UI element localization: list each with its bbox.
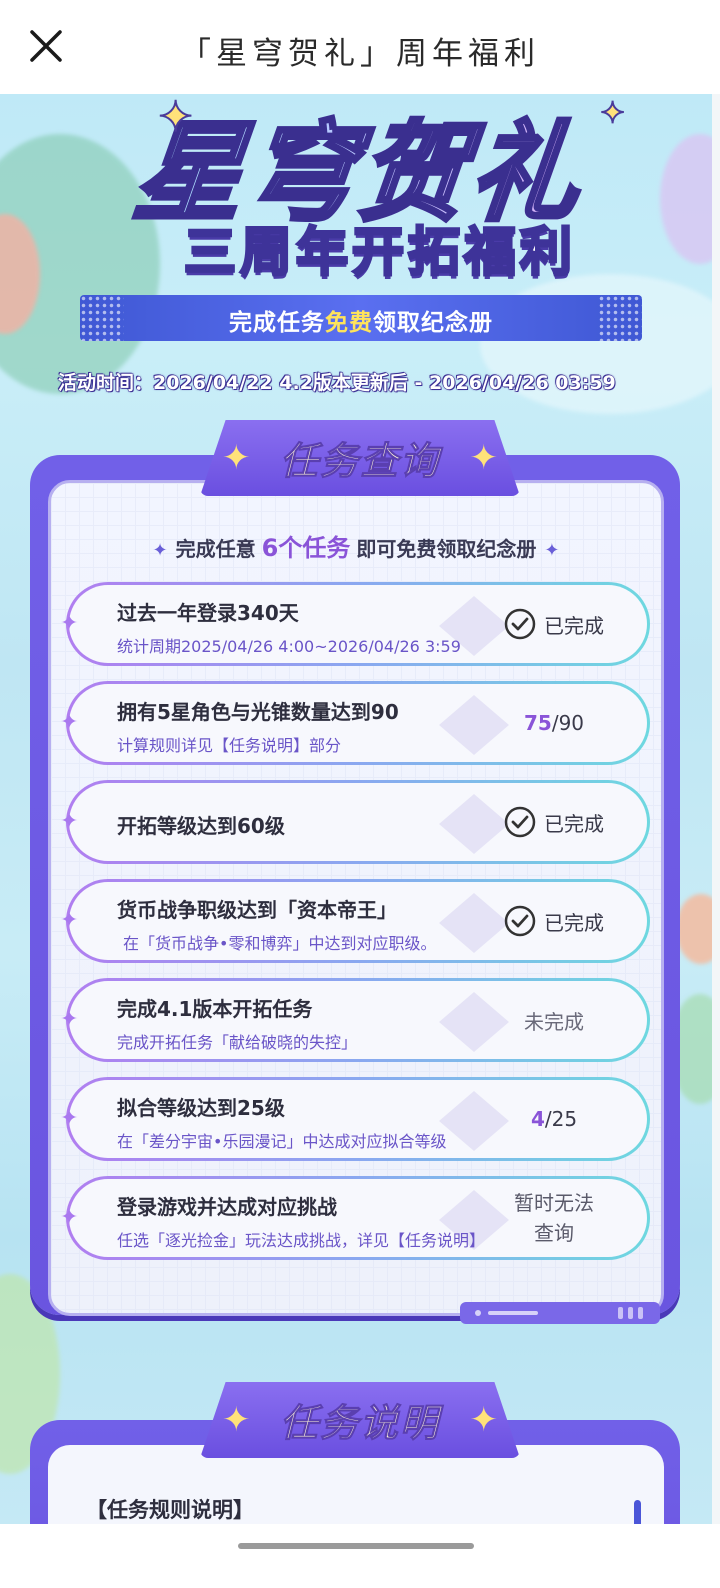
task-status: 已完成 xyxy=(479,783,629,861)
sparkle-icon: ✦ xyxy=(157,91,194,142)
activity-time: 活动时间：2026/04/22 4.2版本更新后 - 2026/04/26 03… xyxy=(58,372,617,395)
task-status: 未完成 xyxy=(479,981,629,1059)
task-row: 开拓等级达到60级 已完成 xyxy=(60,780,650,864)
decor-balloon-orange xyxy=(676,894,712,964)
task-title: 登录游戏并达成对应挑战 xyxy=(117,1195,337,1219)
status-label: 已完成 xyxy=(544,613,604,638)
task-row: 拟合等级达到25级 在「差分宇宙•乐园漫记」中达成对应拟合等级 4/25 xyxy=(60,1077,650,1161)
task-subtitle: 在「货币战争•零和博弈」中达到对应职级。 xyxy=(123,934,437,953)
page-scroll-track xyxy=(712,94,720,1524)
task-row: 过去一年登录340天 统计周期2025/04/26 4:00~2026/04/2… xyxy=(60,582,650,666)
hero-title-block: 星穹贺礼 三周年开拓福利 ✦ ✦ xyxy=(80,91,640,294)
intro-count: 6个任务 xyxy=(261,534,351,562)
task-subtitle: 在「差分宇宙•乐园漫记」中达成对应拟合等级 xyxy=(117,1132,447,1151)
check-circle-icon xyxy=(504,806,536,838)
task-title: 货币战争职级达到「资本帝王」 xyxy=(117,898,397,922)
task-title: 过去一年登录340天 xyxy=(117,601,299,625)
free-gift-banner: 完成任务免费领取纪念册 xyxy=(80,295,642,341)
system-bottom-bar xyxy=(0,1524,720,1588)
task-status: 75/90 xyxy=(479,684,629,762)
star-icon: ✦ xyxy=(544,540,560,561)
task-subtitle: 完成开拓任务「献给破晓的失控」 xyxy=(117,1033,358,1052)
task-status: 已完成 xyxy=(479,882,629,960)
task-subtitle: 计算规则详见【任务说明】部分 xyxy=(117,736,342,755)
status-label: 未完成 xyxy=(524,1009,584,1034)
task-row: 货币战争职级达到「资本帝王」 在「货币战争•零和博弈」中达到对应职级。 已完成 xyxy=(60,879,650,963)
star-icon: ✦ xyxy=(469,438,499,478)
task-title: 拥有5星角色与光锥数量达到90 xyxy=(117,700,399,724)
task-row: 完成4.1版本开拓任务 完成开拓任务「献给破晓的失控」 未完成 xyxy=(60,978,650,1062)
banner-highlight: 免费 xyxy=(325,310,373,336)
progress-current: 75 xyxy=(523,711,552,735)
decor-balloon-right xyxy=(660,134,712,264)
task-status: 暂时无法 查询 xyxy=(479,1179,629,1257)
progress-current: 4 xyxy=(530,1107,545,1131)
star-icon: ✦ xyxy=(152,540,168,561)
task-title: 完成4.1版本开拓任务 xyxy=(117,997,313,1021)
banner-prefix: 完成任务 xyxy=(229,310,325,336)
page-title: 「星穹贺礼」周年福利 xyxy=(180,36,540,72)
intro-suffix: 即可免费领取纪念册 xyxy=(356,537,537,561)
rules-title: 【任务规则说明】 xyxy=(86,1498,254,1522)
home-indicator[interactable] xyxy=(238,1543,474,1549)
sparkle-icon: ✦ xyxy=(599,95,626,132)
task-panel-header: ✦ 任务查询 ✦ xyxy=(200,420,520,496)
task-intro: ✦ 完成任意 6个任务 即可免费领取纪念册 ✦ xyxy=(48,528,664,563)
task-status: 已完成 xyxy=(479,585,629,663)
task-title: 拟合等级达到25级 xyxy=(117,1096,285,1120)
task-row: 登录游戏并达成对应挑战 任选「逐光捡金」玩法达成挑战，详见【任务说明】 暂时无法… xyxy=(60,1176,650,1260)
task-subtitle: 统计周期2025/04/26 4:00~2026/04/26 3:59 xyxy=(117,637,461,656)
task-row: 拥有5星角色与光锥数量达到90 计算规则详见【任务说明】部分 75/90 xyxy=(60,681,650,765)
progress-total: /90 xyxy=(551,711,585,735)
hero-sub-title: 三周年开拓福利 xyxy=(182,222,576,285)
progress-total: /25 xyxy=(544,1107,578,1131)
panel-footer-decor xyxy=(460,1302,660,1324)
status-label: 已完成 xyxy=(544,910,604,935)
task-title: 开拓等级达到60级 xyxy=(117,814,285,838)
status-line-2: 查询 xyxy=(534,1221,574,1245)
rules-panel-header: ✦ 任务说明 ✦ xyxy=(200,1382,520,1458)
banner-suffix: 领取纪念册 xyxy=(373,310,493,336)
status-label: 暂时无法 查询 xyxy=(514,1188,594,1248)
top-navigation-bar: 「星穹贺礼」周年福利 xyxy=(0,0,720,94)
status-label: 已完成 xyxy=(544,811,604,836)
banner-text: 完成任务免费领取纪念册 xyxy=(80,303,642,337)
status-line-1: 暂时无法 xyxy=(514,1191,594,1215)
star-icon: ✦ xyxy=(469,1400,499,1440)
task-status: 4/25 xyxy=(479,1080,629,1158)
check-circle-icon xyxy=(504,608,536,640)
check-circle-icon xyxy=(504,905,536,937)
task-subtitle: 任选「逐光捡金」玩法达成挑战，详见【任务说明】 xyxy=(117,1231,486,1250)
intro-prefix: 完成任意 xyxy=(175,537,256,561)
